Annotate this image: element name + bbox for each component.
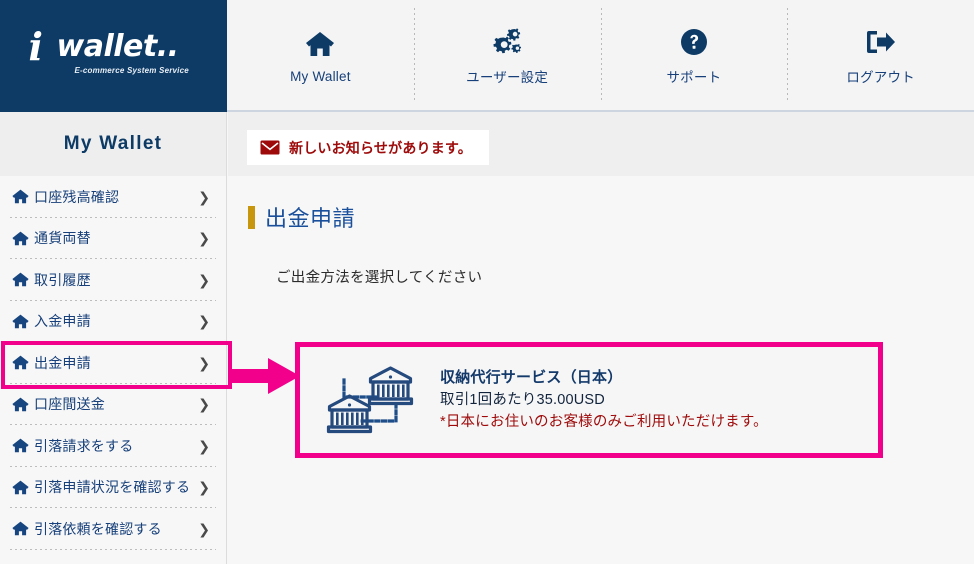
sidebar-item-balance[interactable]: 口座残高確認 ❯ bbox=[0, 176, 226, 218]
nav-label: サポート bbox=[666, 70, 722, 85]
sidebar-heading: My Wallet bbox=[0, 112, 226, 176]
chevron-right-icon: ❯ bbox=[198, 520, 210, 537]
nav-label: ユーザー設定 bbox=[466, 70, 549, 85]
home-icon bbox=[12, 355, 29, 370]
home-icon bbox=[12, 438, 29, 453]
sidebar-item-label: 引落依頼を確認する bbox=[34, 520, 162, 537]
gears-icon bbox=[491, 24, 523, 60]
sidebar-item-debit-confirm[interactable]: 引落依頼を確認する ❯ bbox=[0, 508, 226, 550]
home-icon bbox=[305, 27, 335, 63]
sidebar-item-label: 通貨両替 bbox=[34, 230, 91, 247]
page-title: 出金申請 bbox=[248, 201, 355, 233]
sidebar-item-deposit-request[interactable]: 入金申請 ❯ bbox=[0, 300, 226, 342]
nav-item-logout[interactable]: ログアウト bbox=[787, 0, 974, 110]
home-icon bbox=[12, 314, 29, 329]
home-icon bbox=[12, 480, 29, 495]
chevron-right-icon: ❯ bbox=[198, 396, 210, 413]
sidebar-item-label: 引落申請状況を確認する bbox=[34, 479, 191, 496]
page-subtitle: ご出金方法を選択してください bbox=[276, 270, 483, 286]
header-bar: i wallet.. E-commerce System Service My … bbox=[0, 0, 974, 112]
chevron-right-icon: ❯ bbox=[198, 479, 210, 496]
chevron-right-icon: ❯ bbox=[198, 188, 210, 205]
sidebar-item-label: 口座間送金 bbox=[34, 396, 105, 413]
nav-item-user-settings[interactable]: ユーザー設定 bbox=[413, 0, 601, 110]
nav-label: ログアウト bbox=[846, 70, 915, 85]
home-icon bbox=[12, 231, 29, 246]
home-icon bbox=[12, 272, 29, 287]
notification-text: 新しいお知らせがあります。 bbox=[289, 139, 472, 156]
sidebar-menu: 口座残高確認 ❯ 通貨両替 ❯ 取引履歴 ❯ 入金申請 ❯ 出金申請 ❯ 口座間… bbox=[0, 176, 226, 550]
method-card-body: 収納代行サービス（日本） 取引1回あたり35.00USD *日本にお住いのお客様… bbox=[440, 367, 878, 433]
chevron-right-icon: ❯ bbox=[198, 271, 210, 288]
app-root: i wallet.. E-commerce System Service My … bbox=[0, 0, 974, 564]
home-icon bbox=[12, 521, 29, 536]
logout-icon bbox=[865, 24, 897, 60]
logo-tagline: E-commerce System Service bbox=[74, 66, 189, 75]
envelope-icon bbox=[260, 140, 280, 155]
brand-logo[interactable]: i wallet.. E-commerce System Service bbox=[0, 0, 227, 112]
question-circle-icon bbox=[680, 24, 708, 60]
nav-item-support[interactable]: サポート bbox=[600, 0, 788, 110]
chevron-right-icon: ❯ bbox=[198, 313, 210, 330]
home-icon bbox=[12, 397, 29, 412]
page-title-text: 出金申請 bbox=[265, 206, 356, 231]
home-icon bbox=[12, 189, 29, 204]
sidebar-item-label: 引落請求をする bbox=[34, 437, 134, 454]
sidebar-item-label: 取引履歴 bbox=[34, 271, 91, 288]
nav-label: My Wallet bbox=[290, 68, 351, 84]
main-content: 新しいお知らせがあります。 出金申請 ご出金方法を選択してください 収納代行サー… bbox=[228, 112, 974, 564]
sidebar-item-withdrawal-request[interactable]: 出金申請 ❯ bbox=[0, 342, 226, 384]
chevron-right-icon: ❯ bbox=[198, 354, 210, 371]
sidebar-item-debit-status[interactable]: 引落申請状況を確認する ❯ bbox=[0, 466, 226, 508]
sidebar-item-currency-exchange[interactable]: 通貨両替 ❯ bbox=[0, 217, 226, 259]
nav-item-my-wallet[interactable]: My Wallet bbox=[227, 0, 414, 110]
logo-inner: i wallet.. E-commerce System Service bbox=[29, 28, 199, 84]
sidebar-item-label: 口座残高確認 bbox=[34, 188, 120, 205]
chevron-right-icon: ❯ bbox=[198, 230, 210, 247]
top-navigation: My Wallet ユーザー設定 サポート ログアウト bbox=[227, 0, 974, 110]
sidebar-item-label: 入金申請 bbox=[34, 313, 91, 330]
sidebar-item-direct-debit-request[interactable]: 引落請求をする ❯ bbox=[0, 425, 226, 467]
method-card-fee: 取引1回あたり35.00USD bbox=[440, 392, 605, 408]
bank-transfer-icon bbox=[300, 364, 440, 436]
chevron-right-icon: ❯ bbox=[198, 437, 210, 454]
notification-banner[interactable]: 新しいお知らせがあります。 bbox=[247, 130, 489, 165]
sidebar-item-label: 出金申請 bbox=[34, 354, 91, 371]
sidebar-item-transaction-history[interactable]: 取引履歴 ❯ bbox=[0, 259, 226, 301]
title-marker bbox=[248, 205, 255, 229]
sidebar: My Wallet 口座残高確認 ❯ 通貨両替 ❯ 取引履歴 ❯ 入金申請 ❯ … bbox=[0, 112, 227, 564]
sidebar-item-internal-transfer[interactable]: 口座間送金 ❯ bbox=[0, 383, 226, 425]
method-card-title: 収納代行サービス（日本） bbox=[440, 369, 623, 386]
withdrawal-method-card[interactable]: 収納代行サービス（日本） 取引1回あたり35.00USD *日本にお住いのお客様… bbox=[295, 342, 883, 458]
logo-wordmark: wallet.. bbox=[56, 29, 180, 64]
method-card-warning: *日本にお住いのお客様のみご利用いただけます。 bbox=[440, 414, 768, 430]
